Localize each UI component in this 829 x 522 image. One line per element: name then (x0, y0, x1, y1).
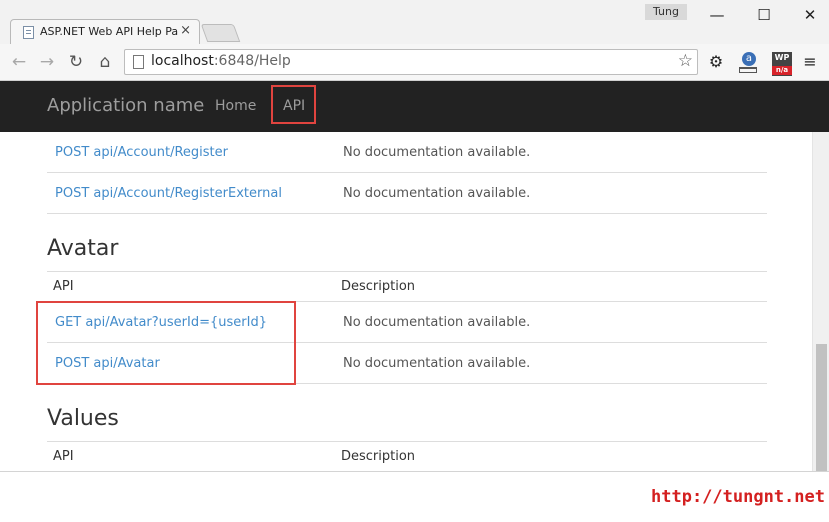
close-button[interactable]: ✕ (795, 4, 825, 26)
home-icon[interactable]: ⌂ (95, 52, 115, 72)
page-document-icon (23, 26, 34, 39)
table-header: API Description (47, 271, 767, 302)
api-description: No documentation available. (343, 356, 531, 371)
page-info-icon (133, 55, 144, 69)
api-description: No documentation available. (343, 315, 531, 330)
column-header-description: Description (341, 449, 416, 464)
column-header-description: Description (341, 279, 416, 294)
table-row: POST api/Account/RegisterExternal No doc… (47, 173, 767, 214)
section-title-avatar: Avatar (47, 236, 119, 261)
api-description: No documentation available. (343, 145, 531, 160)
browser-titlebar: ASP.NET Web API Help Pa × Tung — ☐ ✕ (0, 0, 829, 44)
forward-arrow-icon[interactable]: → (37, 52, 57, 72)
back-arrow-icon[interactable]: ← (9, 52, 29, 72)
scrollbar-thumb[interactable] (816, 344, 827, 471)
bottom-area: http://tungnt.net (0, 471, 829, 522)
star-icon[interactable]: ☆ (678, 51, 693, 71)
url-text: localhost:6848/Help (151, 53, 291, 69)
extension-a-icon[interactable]: a (738, 52, 758, 74)
section-title-values: Values (47, 406, 119, 431)
api-link[interactable]: POST api/Account/RegisterExternal (55, 186, 282, 201)
extension-wp-icon[interactable]: WP n/a (772, 52, 792, 76)
reload-icon[interactable]: ↻ (66, 52, 86, 72)
new-tab-button[interactable] (200, 24, 241, 42)
site-navbar: Application name Home API (0, 81, 829, 132)
tab-title: ASP.NET Web API Help Pa (40, 25, 179, 38)
avatar-rows-highlight-box (36, 301, 296, 385)
api-description: No documentation available. (343, 186, 531, 201)
hamburger-menu-icon[interactable]: ≡ (800, 52, 820, 74)
minimize-button[interactable]: — (702, 4, 732, 26)
address-bar[interactable]: localhost:6848/Help ☆ (124, 49, 698, 75)
gear-icon[interactable]: ⚙ (706, 52, 726, 74)
profile-badge[interactable]: Tung (645, 4, 687, 20)
api-link[interactable]: POST api/Account/Register (55, 145, 228, 160)
column-header-api: API (53, 279, 74, 294)
tab-close-icon[interactable]: × (180, 23, 191, 38)
browser-toolbar: ← → ↻ ⌂ localhost:6848/Help ☆ ⚙ ≡ (0, 44, 829, 81)
brand-link[interactable]: Application name (47, 95, 204, 116)
watermark-text: http://tungnt.net (651, 487, 825, 507)
maximize-button[interactable]: ☐ (749, 4, 779, 26)
table-header: API Description (47, 441, 767, 471)
nav-link-home[interactable]: Home (215, 98, 256, 114)
page-scrollbar[interactable] (812, 132, 829, 471)
column-header-api: API (53, 449, 74, 464)
table-row: POST api/Account/Register No documentati… (47, 132, 767, 173)
api-highlight-box (271, 85, 316, 124)
help-page-content: POST api/Account/Register No documentati… (0, 132, 812, 471)
browser-tab[interactable]: ASP.NET Web API Help Pa × (10, 19, 200, 44)
